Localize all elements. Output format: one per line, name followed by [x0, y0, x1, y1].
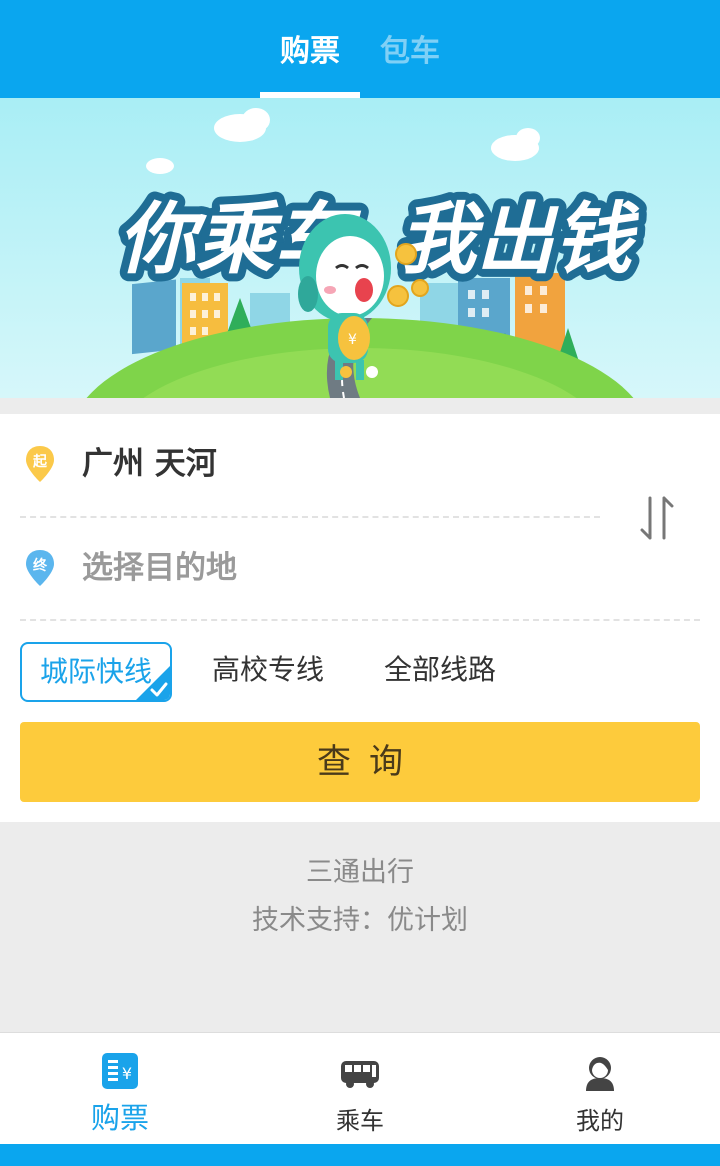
origin-field[interactable]: 起 广州 天河 — [0, 434, 600, 498]
tech-support-text: 技术支持：优计划 — [252, 905, 468, 936]
divider — [20, 619, 700, 621]
tab-charter[interactable]: 包车 — [380, 30, 440, 90]
bottom-tab-bar: ¥ 购票 乘车 我的 — [0, 1032, 720, 1144]
destination-badge-text: 终 — [33, 557, 48, 574]
origin-value: 广州 天河 — [82, 446, 217, 482]
tab-buy-ticket[interactable]: 购票 — [280, 30, 340, 90]
route-type-all[interactable]: 全部线路 — [384, 642, 496, 702]
promo-banner[interactable]: 你乘车 你乘车 我出钱 我出钱 ¥ — [0, 98, 720, 398]
bottom-strip — [0, 1144, 720, 1166]
svg-text:¥: ¥ — [348, 332, 357, 348]
checkmark-icon — [136, 666, 170, 700]
destination-pin-icon: 终 — [26, 550, 54, 586]
top-bar: 购票 包车 — [0, 0, 720, 98]
banner-illustration: 你乘车 你乘车 我出钱 我出钱 ¥ — [0, 98, 720, 398]
tabbar-label: 乘车 — [336, 1107, 384, 1135]
divider — [20, 516, 600, 518]
banner-slogan-right: 我出钱 — [398, 195, 640, 285]
tabbar-label: 我的 — [576, 1107, 624, 1135]
swap-arrows-icon[interactable] — [636, 492, 680, 544]
origin-badge-text: 起 — [32, 453, 48, 470]
destination-field[interactable]: 终 选择目的地 — [0, 538, 600, 602]
brand-name: 三通出行 — [306, 857, 414, 888]
query-button[interactable]: 查询 — [20, 722, 700, 802]
ticket-icon: ¥ — [102, 1053, 138, 1089]
tabbar-item-ride[interactable]: 乘车 — [240, 1033, 480, 1145]
tabbar-label: 购票 — [90, 1101, 149, 1135]
tabbar-item-mine[interactable]: 我的 — [480, 1033, 720, 1145]
search-form: 起 广州 天河 终 选择目的地 城际快线 高校专线 全部线路 查询 — [0, 414, 720, 822]
svg-text:¥: ¥ — [122, 1064, 132, 1083]
route-type-intercity[interactable]: 城际快线 — [20, 642, 172, 702]
route-type-campus[interactable]: 高校专线 — [212, 642, 324, 702]
tabbar-item-buy-ticket[interactable]: ¥ 购票 — [0, 1033, 240, 1145]
bus-icon — [341, 1061, 379, 1088]
destination-placeholder: 选择目的地 — [82, 550, 237, 586]
user-icon — [586, 1057, 614, 1091]
origin-pin-icon: 起 — [26, 446, 54, 482]
